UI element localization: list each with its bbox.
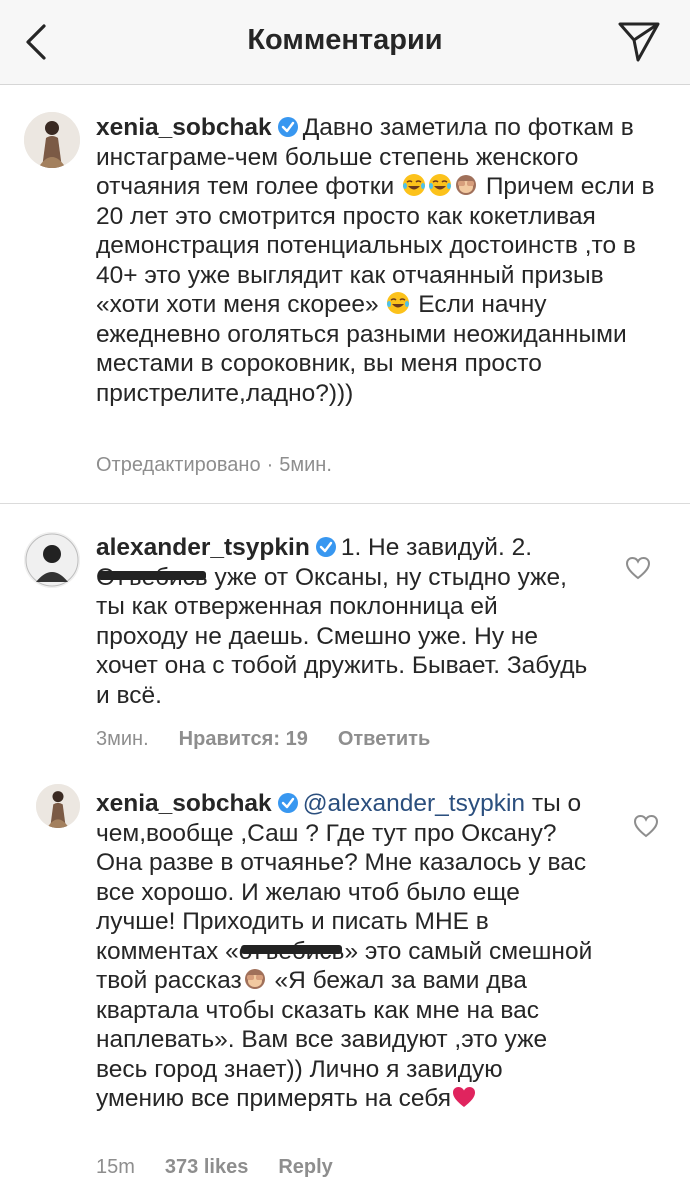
header-bar: Комментарии	[0, 0, 690, 85]
redaction-mark	[240, 944, 343, 954]
comment-body: xenia_sobchak Давно заметила по фоткам в …	[96, 113, 666, 408]
comment-meta: 15m 373 likes Reply	[96, 1156, 363, 1179]
avatar-photo-icon	[24, 532, 80, 588]
edited-label: Отредактировано	[96, 454, 261, 476]
likes-count[interactable]: 373 likes	[165, 1156, 248, 1178]
reply-button[interactable]: Reply	[278, 1156, 332, 1178]
laughing-tears-emoji-icon	[403, 174, 425, 196]
comment-username[interactable]: xenia_sobchak	[96, 790, 272, 817]
comment-meta: 3мин. Нравится: 19 Ответить	[96, 728, 460, 751]
comment-meta: Отредактировано · 5мин.	[96, 454, 362, 477]
heart-icon[interactable]	[633, 813, 659, 839]
paper-plane-icon[interactable]	[616, 18, 662, 64]
red-heart-emoji-icon	[453, 1087, 476, 1107]
verified-badge-icon	[277, 117, 298, 137]
comment-body: xenia_sobchak @alexander_tsypkin ты о чем…	[96, 789, 596, 1114]
laughing-tears-emoji-icon	[429, 174, 451, 196]
comment-username[interactable]: xenia_sobchak	[96, 114, 272, 141]
comment-time: 15m	[96, 1156, 135, 1178]
comment-time: 5мин.	[279, 454, 332, 476]
redaction-mark	[98, 570, 206, 580]
heart-icon[interactable]	[625, 555, 651, 581]
see-no-evil-monkey-emoji-icon	[244, 969, 265, 989]
redacted-word: отъебись	[239, 937, 345, 967]
comment-body: alexander_tsypkin 1. Не завидуй. 2. Отъеб…	[96, 533, 596, 710]
mention-link[interactable]: @alexander_tsypkin	[303, 790, 525, 817]
page-title: Комментарии	[247, 24, 443, 56]
redacted-word: Отъебись	[96, 563, 208, 593]
likes-count[interactable]: Нравится: 19	[179, 728, 308, 750]
comment-time: 3мин.	[96, 728, 149, 750]
avatar[interactable]	[24, 112, 80, 168]
avatar[interactable]	[36, 784, 80, 828]
comment-username[interactable]: alexander_tsypkin	[96, 534, 310, 561]
divider	[0, 503, 690, 504]
comment-text-part: 1. Не завидуй. 2.	[340, 534, 533, 561]
laughing-tears-emoji-icon	[387, 292, 410, 314]
verified-badge-icon	[315, 537, 336, 557]
avatar-photo-icon	[36, 784, 80, 828]
avatar-photo-icon	[24, 112, 80, 168]
see-no-evil-monkey-emoji-icon	[456, 175, 476, 195]
verified-badge-icon	[277, 793, 298, 813]
avatar[interactable]	[24, 532, 80, 588]
meta-separator: ·	[266, 454, 274, 476]
reply-button[interactable]: Ответить	[338, 728, 430, 750]
